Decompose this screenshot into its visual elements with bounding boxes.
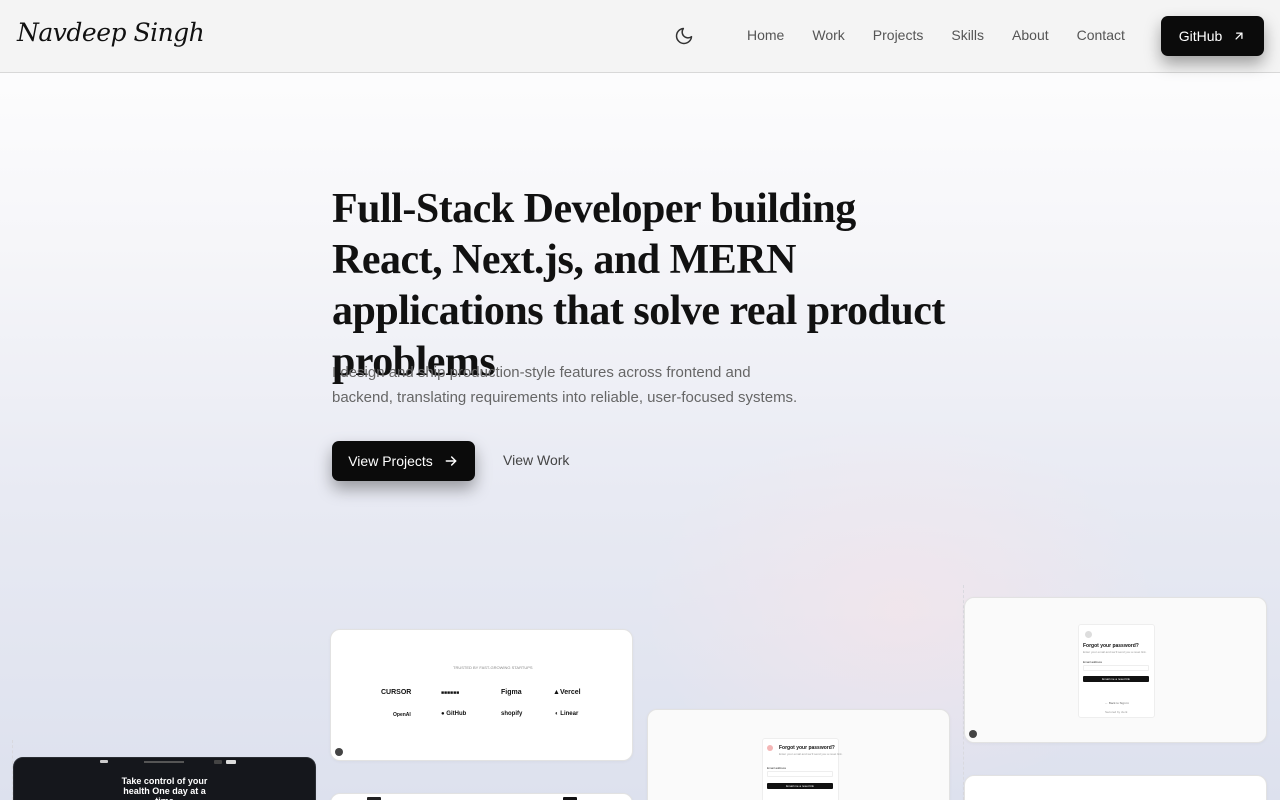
- project-card-forgot-password-a[interactable]: Forgot your password? Enter your email a…: [964, 597, 1267, 743]
- logo-shopify: shopify: [501, 711, 523, 717]
- mini-reset-title: Forgot your password?: [779, 745, 835, 751]
- nav-work[interactable]: Work: [798, 24, 858, 46]
- mini-reset-form: Forgot your password? Enter your email a…: [762, 738, 843, 800]
- card-indicator-icon: [969, 730, 977, 738]
- mini-button: [214, 760, 222, 764]
- theme-toggle-button[interactable]: [672, 24, 696, 48]
- nav-skills[interactable]: Skills: [937, 24, 998, 46]
- card-indicator-icon: [335, 748, 343, 756]
- mini-reset-form: Forgot your password? Enter your email a…: [1078, 624, 1155, 718]
- nav-contact[interactable]: Contact: [1063, 24, 1139, 46]
- logo-cursor: CURSOR: [381, 689, 412, 696]
- mini-email-label: Email address: [767, 766, 787, 770]
- github-button[interactable]: GitHub: [1161, 16, 1264, 56]
- logo-placeholder: ■■■■■■: [441, 690, 460, 696]
- arrow-up-right-icon: [1235, 32, 1243, 40]
- project-card-forgot-password-b[interactable]: Forgot your password? Enter your email a…: [647, 709, 950, 800]
- arrow-right-icon: [445, 456, 457, 466]
- main-nav: Home Work Projects Skills About Contact: [733, 24, 1139, 46]
- mini-reset-button: Email me a reset link: [1083, 676, 1149, 682]
- github-button-label: GitHub: [1178, 28, 1223, 44]
- view-projects-label: View Projects: [348, 453, 433, 469]
- nav-home[interactable]: Home: [733, 24, 798, 46]
- site-header: Navdeep Singh Home Work Projects Skills …: [0, 0, 1280, 73]
- mini-email-input: [767, 771, 833, 777]
- hero-subtitle: I design and ship production-style featu…: [332, 364, 798, 406]
- mini-reset-text: Enter your email and we'll send you a re…: [779, 752, 843, 756]
- mini-avatar-icon: [767, 745, 773, 751]
- mini-button: [226, 760, 236, 764]
- mini-reset-text: Enter your email and we'll send you a re…: [1083, 650, 1147, 654]
- mini-reset-button: Email me a reset link: [767, 783, 833, 789]
- logos-caption: TRUSTED BY FAST-GROWING STARTUPS: [453, 665, 533, 670]
- nav-about[interactable]: About: [998, 24, 1063, 46]
- health-headline: Take control of your health One day at a…: [121, 776, 208, 800]
- logo-openai: OpenAI: [393, 712, 411, 718]
- mini-logo: [100, 760, 108, 763]
- mini-nav: [144, 761, 184, 763]
- project-card-partial[interactable]: [964, 775, 1267, 800]
- view-work-link[interactable]: View Work: [503, 452, 569, 468]
- moon-icon: [675, 27, 693, 45]
- site-logo[interactable]: Navdeep Singh: [17, 18, 205, 47]
- mini-secured-by: Secured by clerk: [1105, 710, 1128, 714]
- logo-figma: Figma: [501, 689, 522, 696]
- logo-github: ● GitHub: [441, 711, 467, 717]
- project-card-health[interactable]: Take control of your health One day at a…: [13, 757, 316, 800]
- nav-projects[interactable]: Projects: [859, 24, 938, 46]
- mini-email-input: [1083, 665, 1149, 671]
- mini-back-link: ← Back to Sign in: [1105, 701, 1129, 705]
- logo-linear: ◐ Linear: [555, 711, 579, 717]
- mini-email-label: Email address: [1083, 660, 1103, 664]
- view-projects-button[interactable]: View Projects: [332, 441, 475, 481]
- mini-reset-title: Forgot your password?: [1083, 643, 1139, 649]
- project-card-navbar[interactable]: [330, 793, 633, 800]
- logo-vercel: ▲Vercel: [553, 689, 581, 696]
- hero-title: Full-Stack Developer building React, Nex…: [332, 186, 945, 385]
- mini-avatar-icon: [1085, 631, 1092, 638]
- project-card-logos[interactable]: TRUSTED BY FAST-GROWING STARTUPS CURSOR …: [330, 629, 633, 761]
